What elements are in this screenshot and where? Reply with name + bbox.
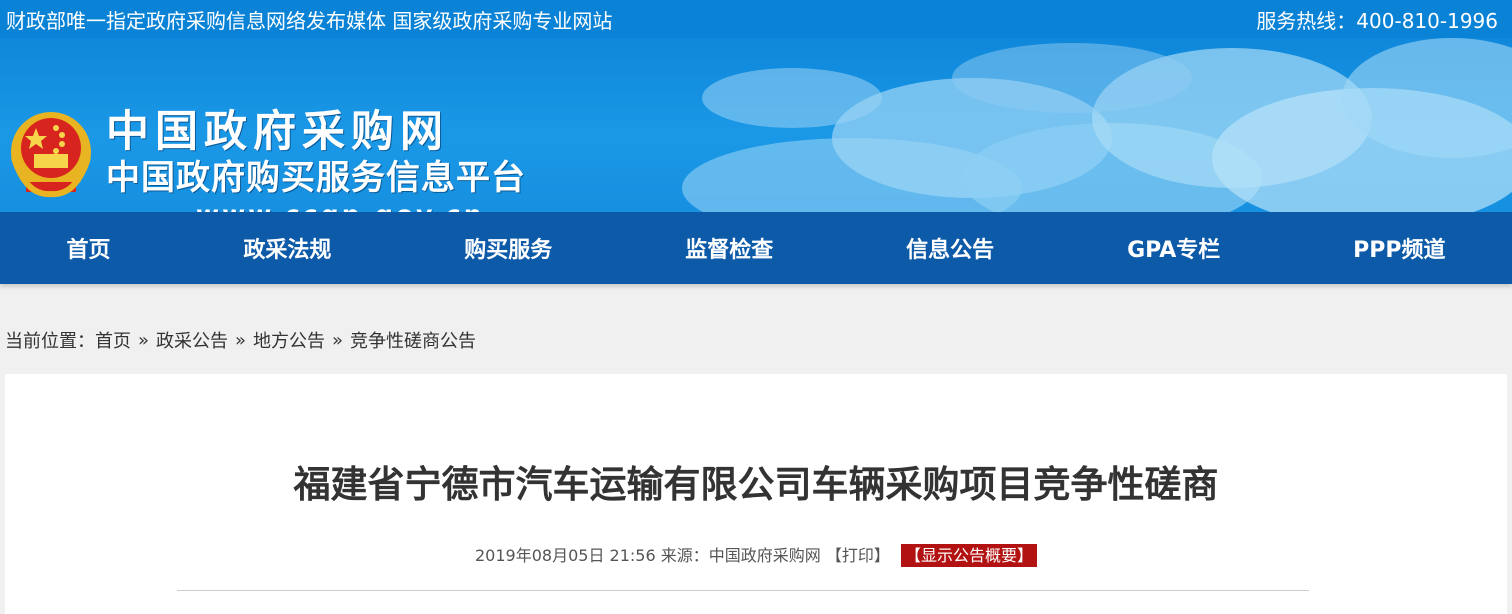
breadcrumb-link-announcements[interactable]: 政采公告 [156,327,228,353]
site-banner: 中国政府采购网 中国政府购买服务信息平台 www.ccgp.gov.cn [0,38,1512,212]
article-title: 福建省宁德市汽车运输有限公司车辆采购项目竞争性磋商 [293,463,1219,506]
logo-subtitle: 中国政府购买服务信息平台 [106,158,526,198]
nav-item-home[interactable]: 首页 [66,232,110,264]
breadcrumb: 当前位置： 首页 » 政采公告 » 地方公告 » 竞争性磋商公告 [0,312,1512,368]
nav-item-supervision[interactable]: 监督检查 [685,232,773,264]
nav-item-gpa[interactable]: GPA专栏 [1127,232,1220,264]
nav-item-announcements[interactable]: 信息公告 [906,232,994,264]
clouds-background [682,38,1512,212]
nav-item-purchase-services[interactable]: 购买服务 [464,232,552,264]
main-nav: 首页 政采法规 购买服务 监督检查 信息公告 GPA专栏 PPP频道 [0,212,1512,284]
nav-item-regulations[interactable]: 政采法规 [243,232,331,264]
site-logo[interactable]: 中国政府采购网 中国政府购买服务信息平台 www.ccgp.gov.cn [106,108,526,212]
top-info-bar: 财政部唯一指定政府采购信息网络发布媒体 国家级政府采购专业网站 服务热线：400… [0,0,1512,38]
breadcrumb-link-local[interactable]: 地方公告 [253,327,325,353]
show-summary-button[interactable]: 【显示公告概要】 [900,544,1037,567]
logo-title: 中国政府采购网 [106,107,449,157]
site-tagline: 财政部唯一指定政府采购信息网络发布媒体 国家级政府采购专业网站 [6,8,613,33]
national-emblem-icon [11,112,91,198]
breadcrumb-prefix: 当前位置： [5,331,95,352]
breadcrumb-separator: » [332,329,344,351]
article-meta: 2019年08月05日 21:56 来源：中国政府采购网 【打印】 【显示公告概… [5,542,1507,567]
breadcrumb-link-consultation[interactable]: 竞争性磋商公告 [350,327,476,353]
breadcrumb-separator: » [138,329,150,351]
publish-date: 2019年08月05日 21:56 [475,546,656,565]
source-label: 来源： [660,546,709,565]
breadcrumb-link-home[interactable]: 首页 [95,327,131,353]
nav-item-ppp[interactable]: PPP频道 [1353,232,1445,264]
divider [177,590,1309,591]
article-panel: 福建省宁德市汽车运输有限公司车辆采购项目竞争性磋商 2019年08月05日 21… [5,374,1507,614]
print-link[interactable]: 【打印】 [826,546,890,565]
logo-url: www.ccgp.gov.cn [196,198,526,212]
breadcrumb-separator: » [235,329,247,351]
service-hotline: 服务热线：400-810-1996 [1256,8,1498,33]
source-name: 中国政府采购网 [708,546,821,565]
